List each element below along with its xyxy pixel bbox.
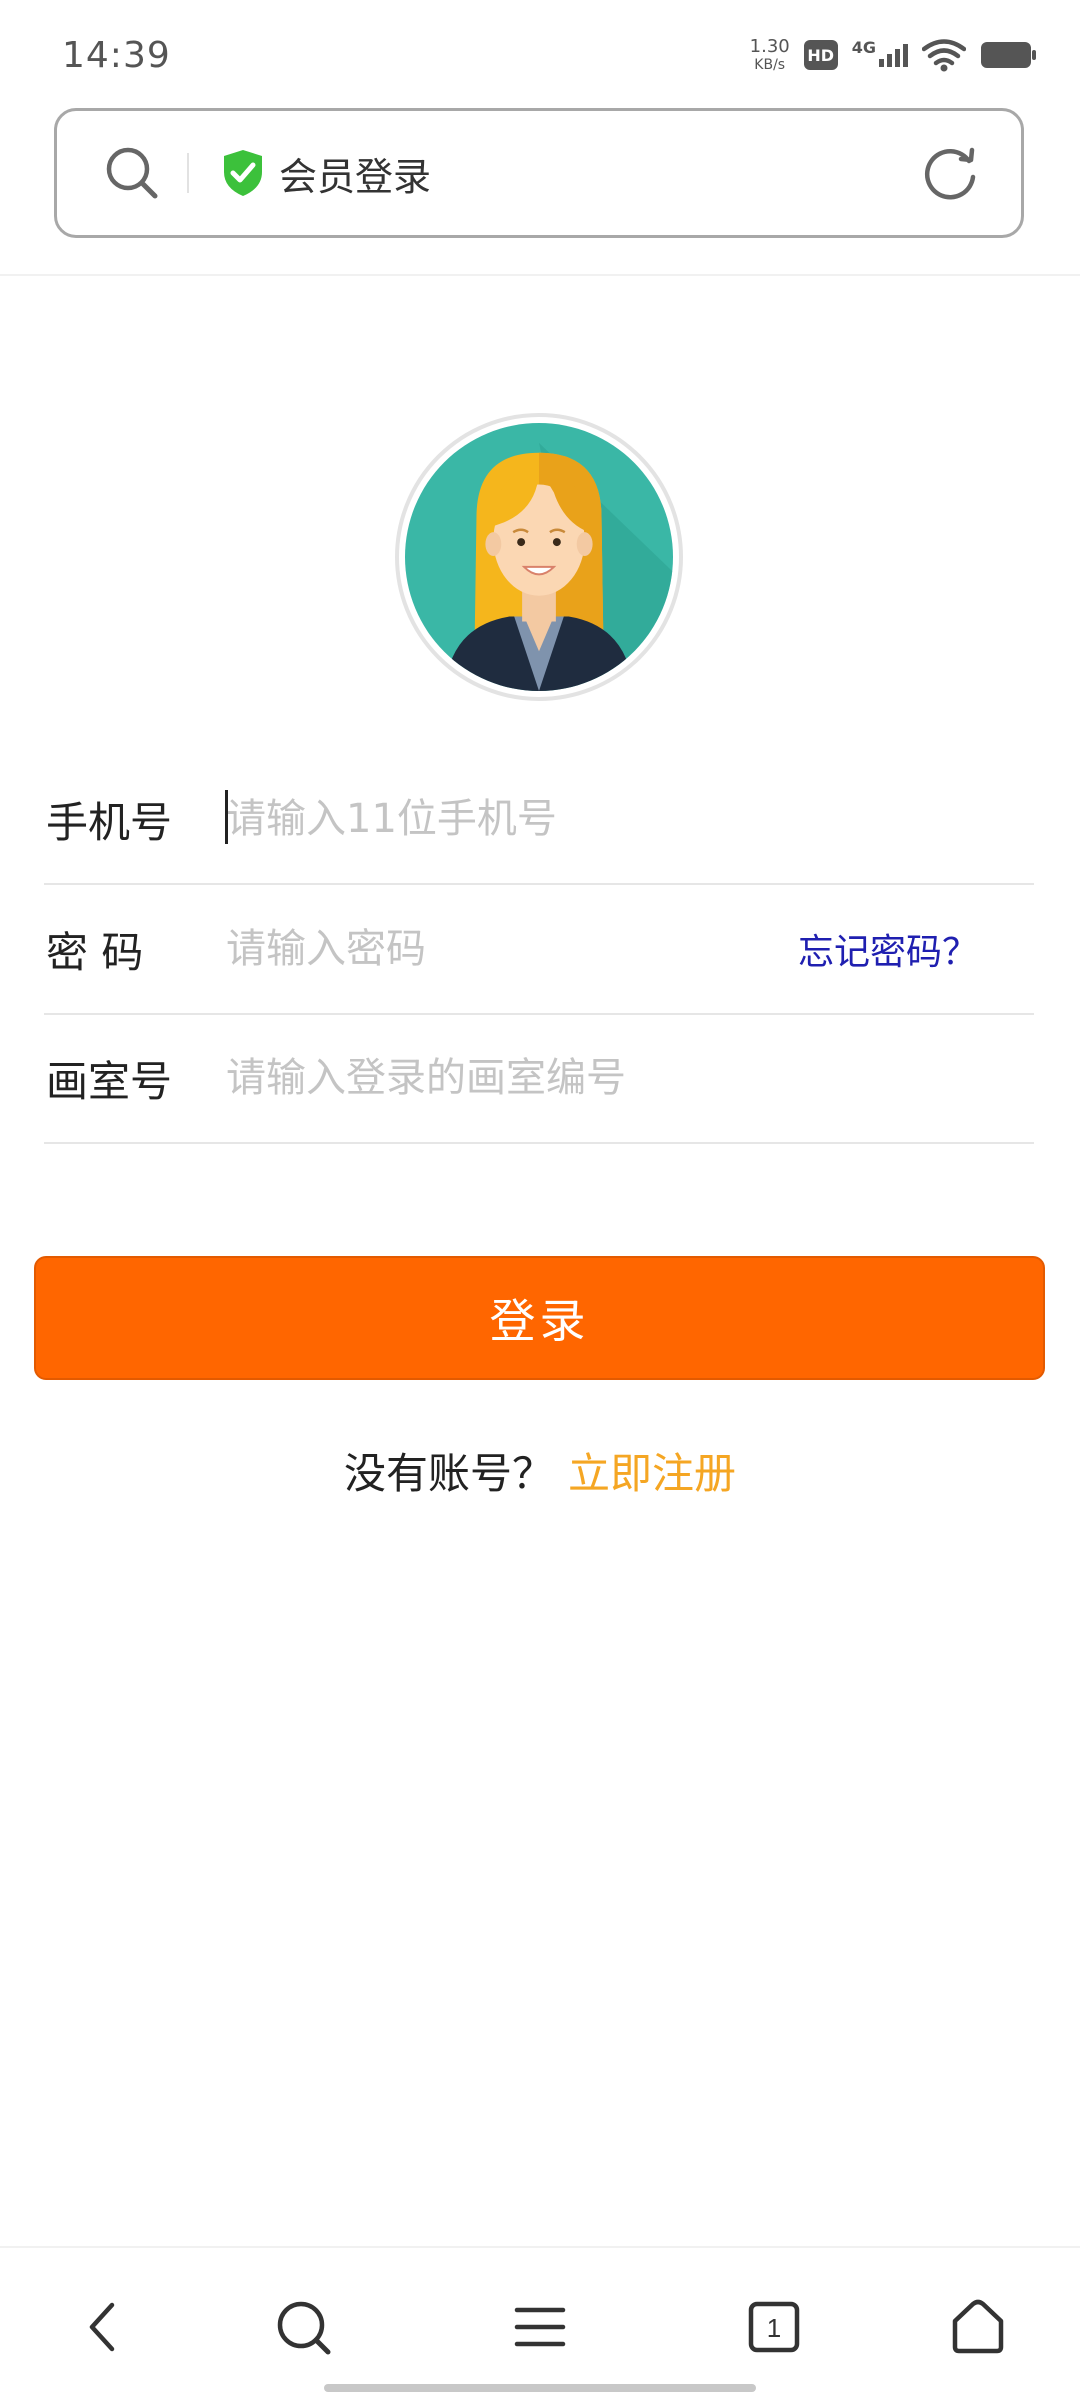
address-bar-container: 会员登录	[0, 108, 1080, 276]
page-title: 会员登录	[279, 154, 432, 199]
status-icons: 1.30 KB/s HD 4G	[750, 38, 1038, 72]
browser-bottom-nav: 1	[0, 2246, 1080, 2400]
battery-icon	[981, 42, 1036, 68]
menu-icon[interactable]	[505, 2292, 575, 2362]
avatar	[395, 413, 683, 701]
signal-bars	[879, 43, 908, 67]
shield-check-icon	[224, 150, 262, 196]
status-time: 14:39	[62, 34, 171, 76]
search-icon[interactable]	[97, 138, 167, 208]
network-speed-unit: KB/s	[754, 57, 786, 73]
password-input[interactable]	[226, 909, 798, 989]
search-icon[interactable]	[268, 2292, 338, 2362]
phone-input[interactable]	[226, 779, 1034, 859]
register-question: 没有账号？	[343, 1449, 554, 1498]
network-type-label: 4G	[851, 37, 876, 57]
tab-count: 1	[767, 2313, 781, 2343]
reload-icon[interactable]	[917, 141, 983, 207]
hd-icon: HD	[803, 40, 838, 70]
wifi-icon	[922, 39, 966, 72]
password-label: 密 码	[46, 927, 144, 977]
back-icon[interactable]	[67, 2292, 137, 2362]
cellular-signal-icon: 4G	[852, 38, 908, 67]
home-indicator[interactable]	[324, 2384, 756, 2392]
status-bar: 14:39 1.30 KB/s HD 4G	[0, 0, 1080, 110]
studio-input[interactable]	[226, 1038, 1034, 1118]
studio-label: 画室号	[46, 1056, 173, 1106]
password-row: 密 码 忘记密码？	[44, 885, 1034, 1015]
login-button[interactable]: 登录	[34, 1256, 1045, 1380]
phone-row: 手机号	[44, 755, 1034, 885]
address-bar[interactable]: 会员登录	[54, 108, 1024, 238]
text-cursor	[225, 790, 228, 844]
register-link[interactable]: 立即注册	[568, 1449, 736, 1498]
forgot-password-link[interactable]: 忘记密码？	[798, 923, 978, 975]
avatar-image	[405, 423, 673, 691]
address-divider	[187, 153, 189, 193]
studio-row: 画室号	[44, 1014, 1034, 1144]
home-icon[interactable]	[943, 2292, 1013, 2362]
register-prompt: 没有账号？ 立即注册	[0, 1440, 1080, 1501]
phone-label: 手机号	[46, 797, 173, 847]
tabs-icon[interactable]: 1	[739, 2292, 809, 2362]
network-speed-value: 1.30	[749, 36, 790, 57]
network-speed: 1.30 KB/s	[749, 36, 790, 73]
